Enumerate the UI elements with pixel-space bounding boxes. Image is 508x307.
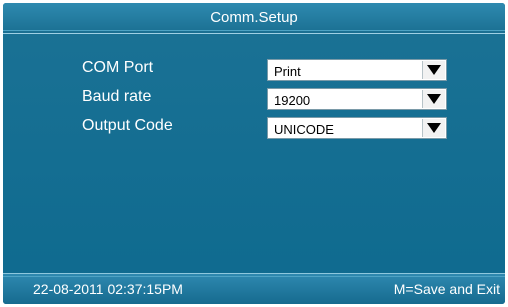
datetime-display: 22-08-2011 02:37:15PM	[33, 281, 183, 297]
setting-row-output-code: Output Code UNICODE	[3, 115, 505, 139]
baud-rate-dropdown[interactable]: 19200	[267, 88, 447, 110]
title-bar: Comm.Setup	[3, 3, 505, 34]
chevron-down-icon[interactable]	[422, 90, 445, 108]
status-bar: 22-08-2011 02:37:15PM M=Save and Exit	[3, 273, 505, 304]
com-port-dropdown[interactable]: Print	[267, 59, 447, 81]
com-port-value: Print	[274, 64, 301, 79]
output-code-dropdown[interactable]: UNICODE	[267, 117, 447, 139]
save-exit-hint: M=Save and Exit	[393, 281, 500, 297]
output-code-label: Output Code	[82, 117, 173, 134]
setting-row-com-port: COM Port Print	[3, 57, 505, 81]
device-frame: Comm.Setup COM Port Print Baud rate 1920…	[0, 0, 508, 307]
chevron-down-icon[interactable]	[422, 119, 445, 137]
setting-row-baud-rate: Baud rate 19200	[3, 86, 505, 110]
comm-setup-screen: Comm.Setup COM Port Print Baud rate 1920…	[3, 3, 505, 304]
chevron-down-icon[interactable]	[422, 61, 445, 79]
com-port-label: COM Port	[82, 59, 154, 76]
page-title: Comm.Setup	[210, 9, 298, 26]
output-code-value: UNICODE	[274, 122, 334, 137]
baud-rate-value: 19200	[274, 93, 311, 108]
baud-rate-label: Baud rate	[82, 88, 152, 105]
